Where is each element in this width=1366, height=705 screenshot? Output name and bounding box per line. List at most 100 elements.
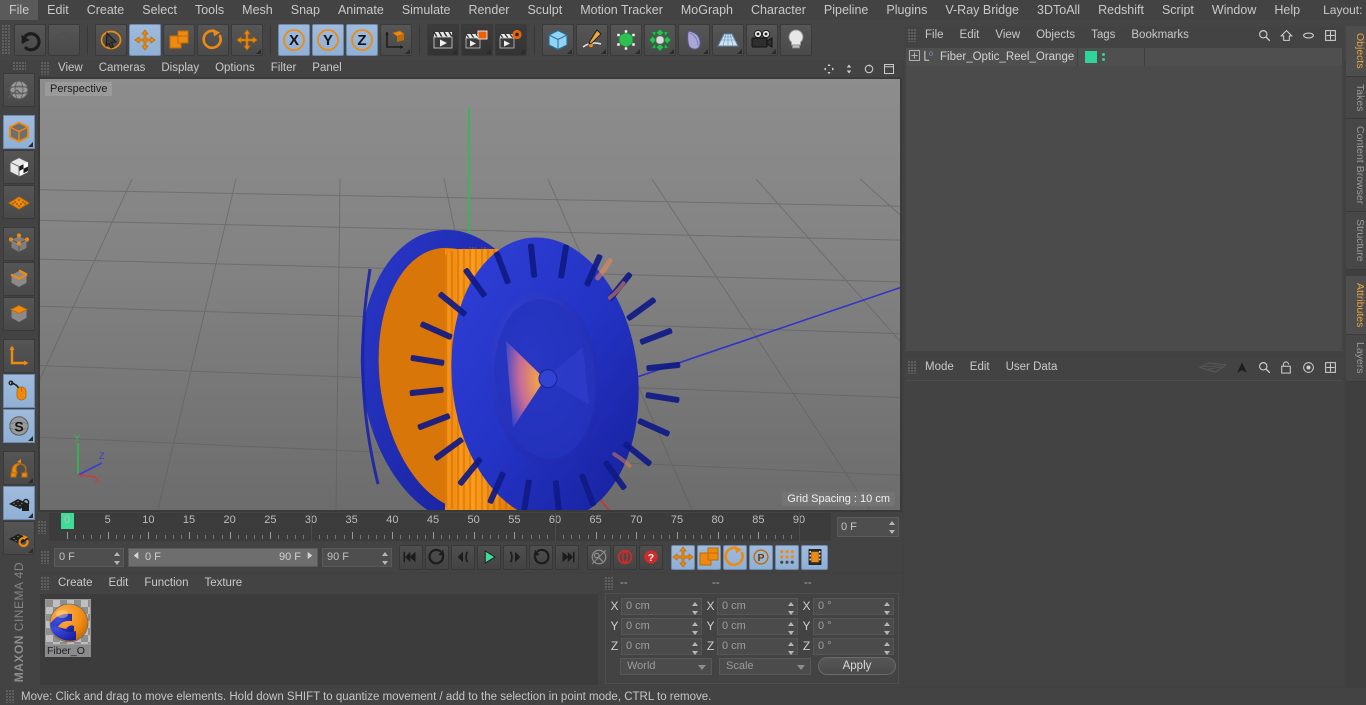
menu-render[interactable]: Render (459, 0, 518, 20)
dropdown-corner-icon[interactable] (635, 49, 640, 54)
attribute-menu-mode[interactable]: Mode (917, 358, 962, 377)
rotation-z-field[interactable]: 0 ° (813, 638, 894, 655)
record-help-button[interactable]: ? (639, 545, 663, 570)
dropdown-corner-icon[interactable] (405, 49, 410, 54)
key-parameter-button[interactable]: P (749, 545, 773, 570)
menu-simulate[interactable]: Simulate (393, 0, 460, 20)
object-manager-grip[interactable] (908, 29, 917, 42)
dropdown-corner-icon[interactable] (703, 49, 708, 54)
preview-range-bar[interactable]: 0 F 90 F (128, 548, 318, 567)
stepper-icon[interactable] (691, 602, 698, 615)
menu-animate[interactable]: Animate (329, 0, 393, 20)
dropdown-corner-icon[interactable] (28, 478, 33, 483)
dropdown-corner-icon[interactable] (669, 49, 674, 54)
target-icon[interactable] (1300, 360, 1316, 376)
object-axis-button[interactable] (3, 339, 35, 373)
viewport-grip[interactable] (41, 62, 50, 75)
attribute-menu-user-data[interactable]: User Data (998, 358, 1066, 377)
expand-icon[interactable] (1322, 28, 1338, 44)
menu-redshift[interactable]: Redshift (1089, 0, 1153, 20)
key-position-button[interactable] (671, 545, 695, 570)
render-settings-button[interactable] (495, 24, 527, 56)
world-object-axis-button[interactable] (380, 24, 412, 56)
ellipse-icon[interactable] (1300, 28, 1316, 44)
timeline-frame-field[interactable]: 0 F (837, 517, 899, 537)
key-point-level-button[interactable] (775, 545, 799, 570)
enable-axis-button[interactable] (3, 374, 35, 408)
stepper-icon[interactable] (787, 622, 794, 635)
side-tab-attributes[interactable]: Attributes (1346, 276, 1366, 335)
move-tool-button[interactable] (129, 24, 161, 56)
side-tab-content-browser[interactable]: Content Browser (1346, 119, 1366, 212)
object-menu-tags[interactable]: Tags (1083, 26, 1123, 45)
viewport-menu-panel[interactable]: Panel (304, 60, 349, 77)
live-selection-button[interactable] (95, 24, 127, 56)
add-generator-button[interactable] (610, 24, 642, 56)
autokey-button[interactable] (587, 545, 611, 570)
edge-mode-button[interactable] (3, 262, 35, 296)
model-mode-button[interactable] (3, 115, 35, 149)
viewport-menu-cameras[interactable]: Cameras (91, 60, 154, 77)
menu-edit[interactable]: Edit (38, 0, 78, 20)
stepper-icon[interactable] (691, 622, 698, 635)
key-scale-button[interactable] (697, 545, 721, 570)
rotate-tool-button[interactable] (197, 24, 229, 56)
side-tab-structure[interactable]: Structure (1346, 212, 1366, 270)
material-menu-function[interactable]: Function (136, 574, 196, 592)
object-menu-file[interactable]: File (917, 26, 952, 45)
search-icon[interactable] (1256, 28, 1272, 44)
object-row[interactable]: 0 Fiber_Optic_Reel_Orange (906, 48, 1342, 66)
menu-snap[interactable]: Snap (282, 0, 329, 20)
position-x-field[interactable]: 0 cm (621, 598, 702, 615)
side-tab-takes[interactable]: Takes (1346, 77, 1366, 119)
size-x-field[interactable]: 0 cm (717, 598, 798, 615)
stepper-icon[interactable] (883, 622, 890, 635)
workplane-lock-button[interactable] (3, 486, 35, 520)
material-grip[interactable] (41, 577, 50, 590)
menu-pipeline[interactable]: Pipeline (815, 0, 877, 20)
pan-view-icon[interactable] (821, 61, 837, 77)
menu-tools[interactable]: Tools (186, 0, 233, 20)
home-icon[interactable] (1278, 28, 1294, 44)
rotate-view-icon[interactable] (861, 61, 877, 77)
menu-v-ray-bridge[interactable]: V-Ray Bridge (936, 0, 1028, 20)
menu-select[interactable]: Select (133, 0, 186, 20)
coord-system-select[interactable]: World (620, 658, 712, 675)
arrow-up-icon[interactable] (1234, 360, 1250, 376)
menu-motion-tracker[interactable]: Motion Tracker (571, 0, 672, 20)
material-menu-texture[interactable]: Texture (196, 574, 250, 592)
scale-tool-button[interactable] (163, 24, 195, 56)
dropdown-corner-icon[interactable] (601, 49, 606, 54)
add-light-button[interactable] (780, 24, 812, 56)
go-to-previous-key-button[interactable] (425, 545, 449, 570)
step-forward-button[interactable] (503, 545, 527, 570)
object-menu-objects[interactable]: Objects (1028, 26, 1083, 45)
viewport-menu-display[interactable]: Display (153, 60, 207, 77)
current-frame-field[interactable]: 0 F (54, 548, 124, 567)
stepper-icon[interactable] (888, 521, 895, 534)
lock-x-button[interactable]: X (278, 24, 310, 56)
menu-3dtoall[interactable]: 3DToAll (1028, 0, 1089, 20)
menu-create[interactable]: Create (78, 0, 134, 20)
make-editable-button[interactable] (3, 73, 35, 107)
menu-script[interactable]: Script (1153, 0, 1203, 20)
toolbar-grip[interactable] (2, 25, 11, 55)
dropdown-corner-icon[interactable] (567, 49, 572, 54)
visibility-dots-icon[interactable] (1102, 53, 1105, 61)
stepper-icon[interactable] (691, 642, 698, 655)
size-z-field[interactable]: 0 cm (717, 638, 798, 655)
record-button[interactable] (613, 545, 637, 570)
dropdown-corner-icon[interactable] (737, 49, 742, 54)
range-left-arrow-icon[interactable] (132, 551, 141, 563)
workplane-rotate-button[interactable] (3, 521, 35, 555)
dropdown-corner-icon[interactable] (28, 436, 33, 441)
redo-button[interactable] (48, 24, 80, 56)
dropdown-corner-icon[interactable] (771, 49, 776, 54)
snap-button[interactable] (3, 451, 35, 485)
add-environment-button[interactable] (712, 24, 744, 56)
position-y-field[interactable]: 0 cm (621, 618, 702, 635)
dropdown-corner-icon[interactable] (28, 513, 33, 518)
rotation-y-field[interactable]: 0 ° (813, 618, 894, 635)
add-mograph-button[interactable] (644, 24, 676, 56)
material-menu-edit[interactable]: Edit (101, 574, 137, 592)
